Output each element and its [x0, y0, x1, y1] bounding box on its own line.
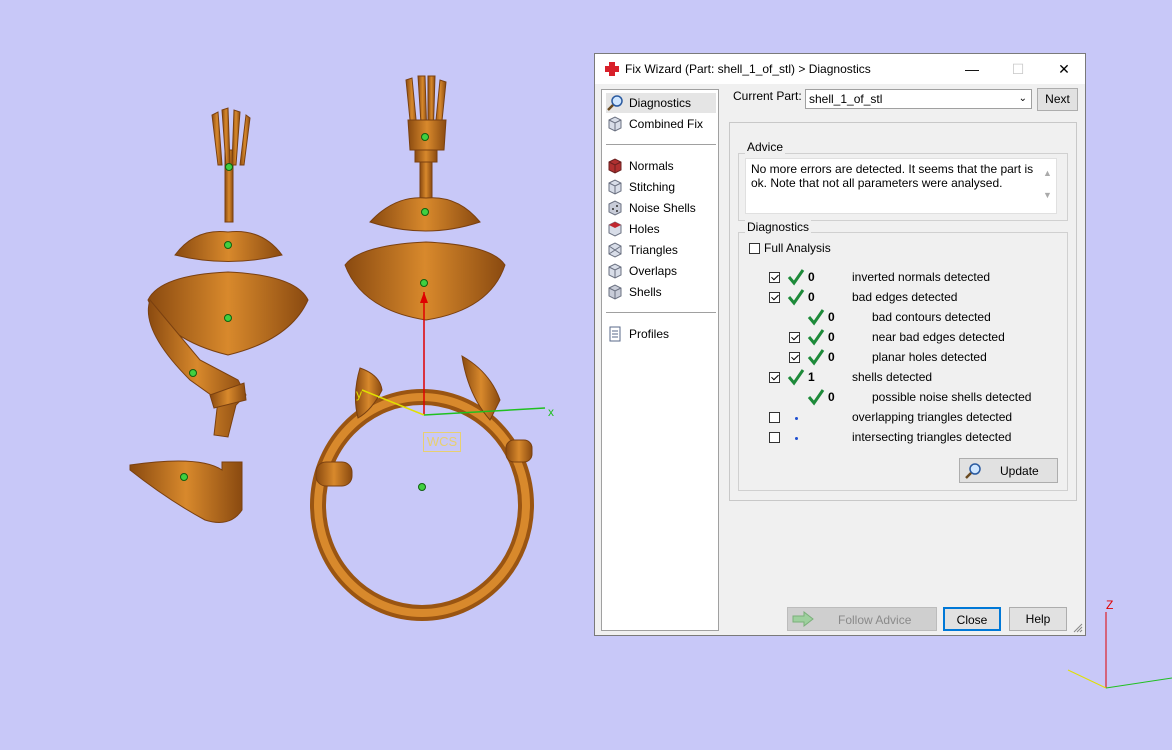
- diag-checkbox[interactable]: [789, 332, 800, 343]
- window-title: Fix Wizard (Part: shell_1_of_stl) > Diag…: [625, 62, 871, 76]
- sidebar-item-label: Shells: [629, 285, 662, 299]
- normals-icon: [608, 158, 622, 174]
- shells-icon: [608, 284, 622, 300]
- diag-checkbox[interactable]: [789, 352, 800, 363]
- diag-checkbox[interactable]: [769, 412, 780, 423]
- advice-scrollbar[interactable]: ▲ ▼: [1043, 162, 1053, 206]
- diag-checkbox[interactable]: [769, 272, 780, 283]
- sidebar-item-label: Noise Shells: [629, 201, 696, 215]
- full-analysis-label: Full Analysis: [764, 241, 831, 255]
- sidebar-item-label: Combined Fix: [629, 117, 704, 131]
- diag-checkbox[interactable]: [769, 292, 780, 303]
- arrow-right-icon: [792, 611, 814, 627]
- check-icon: [807, 389, 825, 406]
- pending-dot-icon: [795, 437, 798, 440]
- title-bar[interactable]: Fix Wizard (Part: shell_1_of_stl) > Diag…: [595, 54, 1085, 84]
- overlaps-icon: [608, 263, 622, 279]
- current-part-value: shell_1_of_stl: [809, 92, 883, 106]
- diag-checkbox[interactable]: [769, 372, 780, 383]
- holes-icon: [608, 221, 622, 237]
- triangles-icon: [608, 242, 622, 258]
- triad-z-label: Z: [1106, 598, 1114, 612]
- axis-x-label: x: [548, 405, 554, 419]
- diag-label: bad contours detected: [872, 310, 991, 324]
- check-icon: [807, 309, 825, 326]
- left-flower-part: [147, 271, 309, 438]
- stitching-icon: [608, 179, 622, 195]
- pending-dot-icon: [795, 417, 798, 420]
- diag-count: 0: [828, 330, 835, 344]
- diag-count: 1: [808, 370, 815, 384]
- diag-count: 0: [828, 350, 835, 364]
- sidebar-item-label: Stitching: [629, 180, 676, 194]
- axis-y-label: y: [356, 387, 362, 401]
- advice-text: No more errors are detected. It seems th…: [751, 162, 1034, 190]
- profiles-icon: [609, 326, 621, 342]
- diag-label: bad edges detected: [852, 290, 958, 304]
- sidebar-item-noise-shells[interactable]: Noise Shells: [606, 198, 716, 218]
- diag-label: overlapping triangles detected: [852, 410, 1013, 424]
- diag-label: possible noise shells detected: [872, 390, 1032, 404]
- sidebar-item-combined-fix[interactable]: Combined Fix: [606, 114, 716, 134]
- full-analysis-checkbox[interactable]: [749, 243, 760, 254]
- sidebar-item-diagnostics[interactable]: Diagnostics: [606, 93, 716, 113]
- diag-count: 0: [828, 390, 835, 404]
- sidebar-item-label: Normals: [629, 159, 674, 173]
- sidebar-item-stitching[interactable]: Stitching: [606, 177, 716, 197]
- diag-label: shells detected: [852, 370, 933, 384]
- diag-count: 0: [828, 310, 835, 324]
- cube-icon: [608, 116, 622, 132]
- current-part-label: Current Part:: [733, 89, 802, 103]
- maximize-button[interactable]: ☐: [995, 54, 1041, 84]
- sidebar-item-overlaps[interactable]: Overlaps: [606, 261, 716, 281]
- sidebar-item-shells[interactable]: Shells: [606, 282, 716, 302]
- check-icon: [787, 269, 805, 286]
- check-icon: [787, 289, 805, 306]
- check-icon: [807, 329, 825, 346]
- sidebar-item-holes[interactable]: Holes: [606, 219, 716, 239]
- resize-grip-icon[interactable]: [1073, 623, 1083, 633]
- advice-title: Advice: [745, 140, 786, 154]
- diag-label: near bad edges detected: [872, 330, 1005, 344]
- wcs-label: WCS: [423, 432, 461, 452]
- check-icon: [787, 369, 805, 386]
- diag-count: 0: [808, 270, 815, 284]
- sidebar-item-label: Triangles: [629, 243, 678, 257]
- sidebar-divider: [606, 312, 716, 313]
- help-button[interactable]: Help: [1009, 607, 1067, 631]
- magnifier-icon: [965, 463, 981, 479]
- diag-label: intersecting triangles detected: [852, 430, 1012, 444]
- sidebar-item-profiles[interactable]: Profiles: [606, 324, 716, 344]
- diag-count: 0: [808, 290, 815, 304]
- check-icon: [807, 349, 825, 366]
- sidebar-divider: [606, 144, 716, 145]
- noise-shells-icon: [608, 200, 622, 216]
- sidebar-item-label: Overlaps: [629, 264, 678, 278]
- left-hook-part: [129, 460, 243, 523]
- update-button[interactable]: Update: [959, 458, 1058, 483]
- follow-advice-button[interactable]: Follow Advice: [787, 607, 937, 631]
- current-part-select[interactable]: shell_1_of_stl ⌄: [805, 89, 1032, 109]
- next-button[interactable]: Next: [1037, 88, 1078, 111]
- close-window-button[interactable]: ✕: [1041, 54, 1087, 84]
- magnifier-icon: [607, 95, 623, 111]
- diag-label: inverted normals detected: [852, 270, 991, 284]
- sidebar-item-label: Holes: [629, 222, 660, 236]
- sidebar-item-label: Diagnostics: [629, 96, 692, 110]
- follow-advice-label: Follow Advice: [838, 613, 912, 627]
- close-button[interactable]: Close: [943, 607, 1001, 631]
- advice-textbox[interactable]: No more errors are detected. It seems th…: [745, 158, 1057, 214]
- fix-wizard-dialog: Fix Wizard (Part: shell_1_of_stl) > Diag…: [594, 53, 1086, 636]
- diag-checkbox[interactable]: [769, 432, 780, 443]
- sidebar-item-label: Profiles: [629, 327, 670, 341]
- sidebar-item-triangles[interactable]: Triangles: [606, 240, 716, 260]
- minimize-button[interactable]: —: [949, 54, 995, 84]
- red-cross-icon: [605, 62, 619, 76]
- wizard-sidebar: Diagnostics Combined Fix Normals Stitchi…: [601, 89, 719, 631]
- chevron-down-icon: ⌄: [1018, 93, 1027, 104]
- sidebar-item-normals[interactable]: Normals: [606, 156, 716, 176]
- diagnostics-title: Diagnostics: [745, 220, 812, 234]
- diag-label: planar holes detected: [872, 350, 987, 364]
- update-button-label: Update: [1000, 464, 1039, 478]
